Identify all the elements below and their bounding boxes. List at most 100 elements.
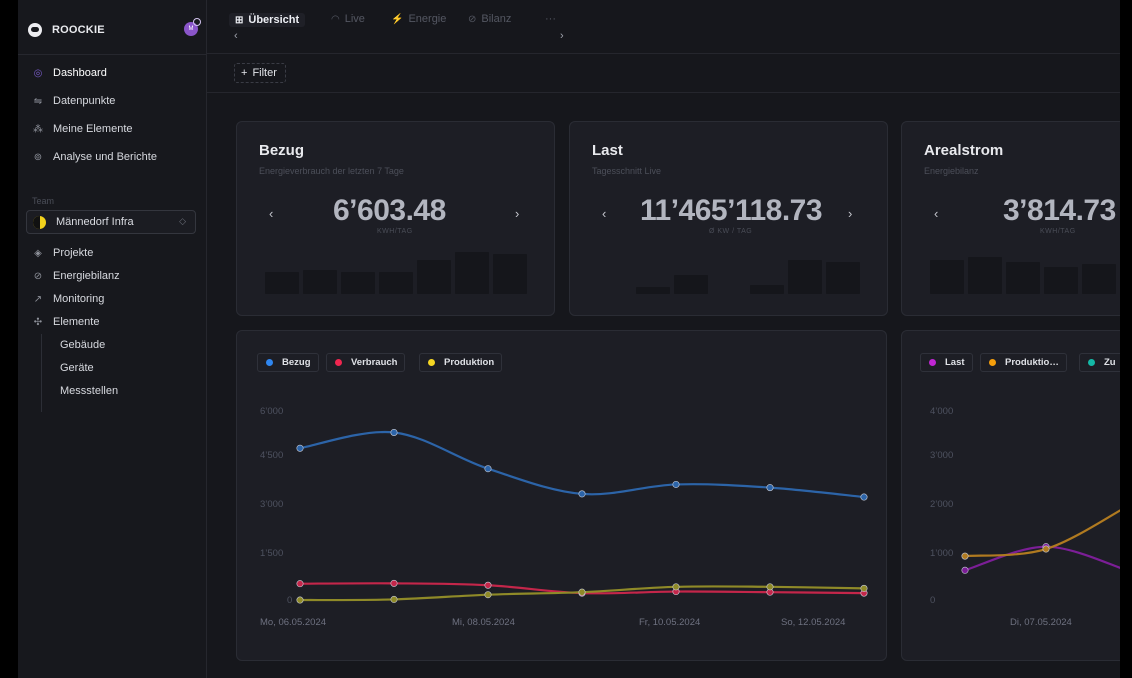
kpi-unit: KWH/TAG [1040, 228, 1076, 235]
data-point[interactable] [860, 493, 868, 501]
bolt-icon: ⚡ [391, 13, 404, 25]
app-name: ROOCKIE [52, 24, 105, 36]
project-icon: ◈ [34, 247, 42, 259]
leaf-icon: ⊘ [468, 13, 477, 25]
line-chart-last [961, 509, 1120, 574]
data-point[interactable] [1042, 545, 1050, 553]
team-name: Männedorf Infra [56, 216, 134, 228]
spark-bar [265, 272, 299, 294]
tab-scroll-left-icon[interactable]: ‹ [234, 30, 238, 42]
sidebar-subitem-gebaeude[interactable]: Gebäude [60, 339, 105, 351]
data-point[interactable] [766, 583, 774, 591]
report-icon: ⊚ [33, 151, 43, 163]
data-point[interactable] [390, 579, 398, 587]
sidebar-item-monitoring[interactable]: ↗ Monitoring [32, 290, 105, 308]
tab-label: Übersicht [248, 14, 300, 26]
tab-energie[interactable]: ⚡ Energie [391, 13, 446, 25]
data-point[interactable] [961, 566, 969, 574]
prev-arrow-icon[interactable]: ‹ [602, 206, 606, 221]
sidebar-item-datenpunkte[interactable]: ⇋ Datenpunkte [32, 92, 116, 110]
spark-bar [930, 259, 964, 294]
balance-icon: ⊘ [33, 270, 43, 282]
data-point[interactable] [672, 583, 680, 591]
data-point[interactable] [766, 484, 774, 492]
data-point[interactable] [484, 591, 492, 599]
next-arrow-icon[interactable]: › [848, 206, 852, 221]
elements-icon: ⁂ [33, 123, 43, 135]
kpi-card-bezug: Bezug Energieverbrauch der letzten 7 Tag… [236, 121, 555, 316]
puzzle-icon: ✣ [33, 316, 43, 328]
sidebar-item-meine-elemente[interactable]: ⁂ Meine Elemente [32, 120, 133, 138]
prev-arrow-icon[interactable]: ‹ [269, 206, 273, 221]
data-point[interactable] [961, 552, 969, 560]
kpi-value: 11’465’118.73 [640, 194, 823, 227]
user-avatar[interactable]: M [184, 18, 201, 36]
sidebar-item-energiebilanz[interactable]: ⊘ Energiebilanz [32, 267, 120, 285]
brand[interactable]: ROOCKIE M [28, 18, 201, 42]
divider [207, 53, 1120, 54]
sidebar-item-label: Analyse und Berichte [53, 151, 157, 163]
spark-bar [826, 261, 860, 294]
sidebar-item-projekte[interactable]: ◈ Projekte [32, 244, 93, 262]
grid-icon: ⊞ [235, 14, 244, 26]
sidebar-item-label: Elemente [53, 316, 100, 328]
kpi-card-arealstrom: Arealstrom Energiebilanz ‹ 3’814.73 KWH/… [901, 121, 1120, 316]
kpi-unit: KWH/TAG [377, 228, 413, 235]
data-point[interactable] [672, 480, 680, 488]
data-point[interactable] [484, 581, 492, 589]
tab-scroll-right-icon[interactable]: › [560, 30, 564, 42]
divider [18, 54, 207, 55]
sidebar-subitem-geraete[interactable]: Geräte [60, 362, 94, 374]
spark-bar [750, 285, 784, 294]
kpi-unit: Ø KW / TAG [709, 228, 753, 235]
more-tabs-button[interactable]: ··· [545, 13, 556, 25]
tab-label: Live [344, 13, 365, 25]
add-filter-button[interactable]: + Filter [234, 63, 286, 83]
sidebar-item-label: Projekte [53, 247, 94, 259]
data-point[interactable] [390, 428, 398, 436]
sidebar-item-dashboard[interactable]: ◎ Dashboard [32, 64, 107, 82]
user-initial: M [188, 26, 194, 32]
tab-live[interactable]: ◠ Live [331, 13, 365, 25]
kpi-value: 6’603.48 [333, 194, 446, 227]
card-title: Bezug [259, 142, 304, 159]
data-point[interactable] [578, 588, 586, 596]
sidebar-item-elemente[interactable]: ✣ Elemente [32, 313, 100, 331]
submenu-line [41, 334, 42, 412]
sidebar-item-analyse[interactable]: ⊚ Analyse und Berichte [32, 148, 157, 166]
card-title: Arealstrom [924, 142, 1004, 159]
data-point[interactable] [578, 490, 586, 498]
prev-arrow-icon[interactable]: ‹ [934, 206, 938, 221]
sidebar-item-label: Datenpunkte [53, 95, 116, 107]
spark-bar [788, 259, 822, 294]
sidebar-subitem-messstellen[interactable]: Messstellen [60, 385, 118, 397]
data-point[interactable] [390, 595, 398, 603]
tab-bilanz[interactable]: ⊘ Bilanz [468, 13, 511, 25]
spark-bar [379, 271, 413, 294]
spark-bar [968, 256, 1002, 294]
card-subtitle: Energieverbrauch der letzten 7 Tage [259, 166, 404, 176]
spark-bar [1006, 261, 1040, 294]
tab-uebersicht[interactable]: ⊞ Übersicht [229, 13, 306, 27]
spark-bar [303, 270, 337, 294]
data-point[interactable] [296, 580, 304, 588]
data-point[interactable] [296, 596, 304, 604]
data-point[interactable] [860, 584, 868, 592]
sidebar-item-label: Meine Elemente [53, 123, 133, 135]
chart-card-last: Last Produktio… Zu 4’000 3’000 2’000 1’0… [901, 330, 1120, 661]
chevron-updown-icon: ◇ [179, 216, 186, 226]
next-arrow-icon[interactable]: › [515, 206, 519, 221]
data-point[interactable] [484, 465, 492, 473]
spark-bar [636, 286, 670, 294]
spark-bar [1082, 264, 1116, 294]
card-title: Last [592, 142, 623, 159]
sidebar-item-label: Monitoring [53, 293, 105, 305]
kpi-value: 3’814.73 [1003, 194, 1116, 227]
datapoints-icon: ⇋ [33, 95, 43, 107]
team-select[interactable]: Männedorf Infra ◇ [26, 210, 196, 234]
sidebar-item-label: Energiebilanz [53, 270, 120, 282]
gauge-icon: ◠ [331, 13, 340, 25]
team-avatar [33, 215, 46, 229]
data-point[interactable] [296, 444, 304, 452]
divider [207, 92, 1120, 93]
